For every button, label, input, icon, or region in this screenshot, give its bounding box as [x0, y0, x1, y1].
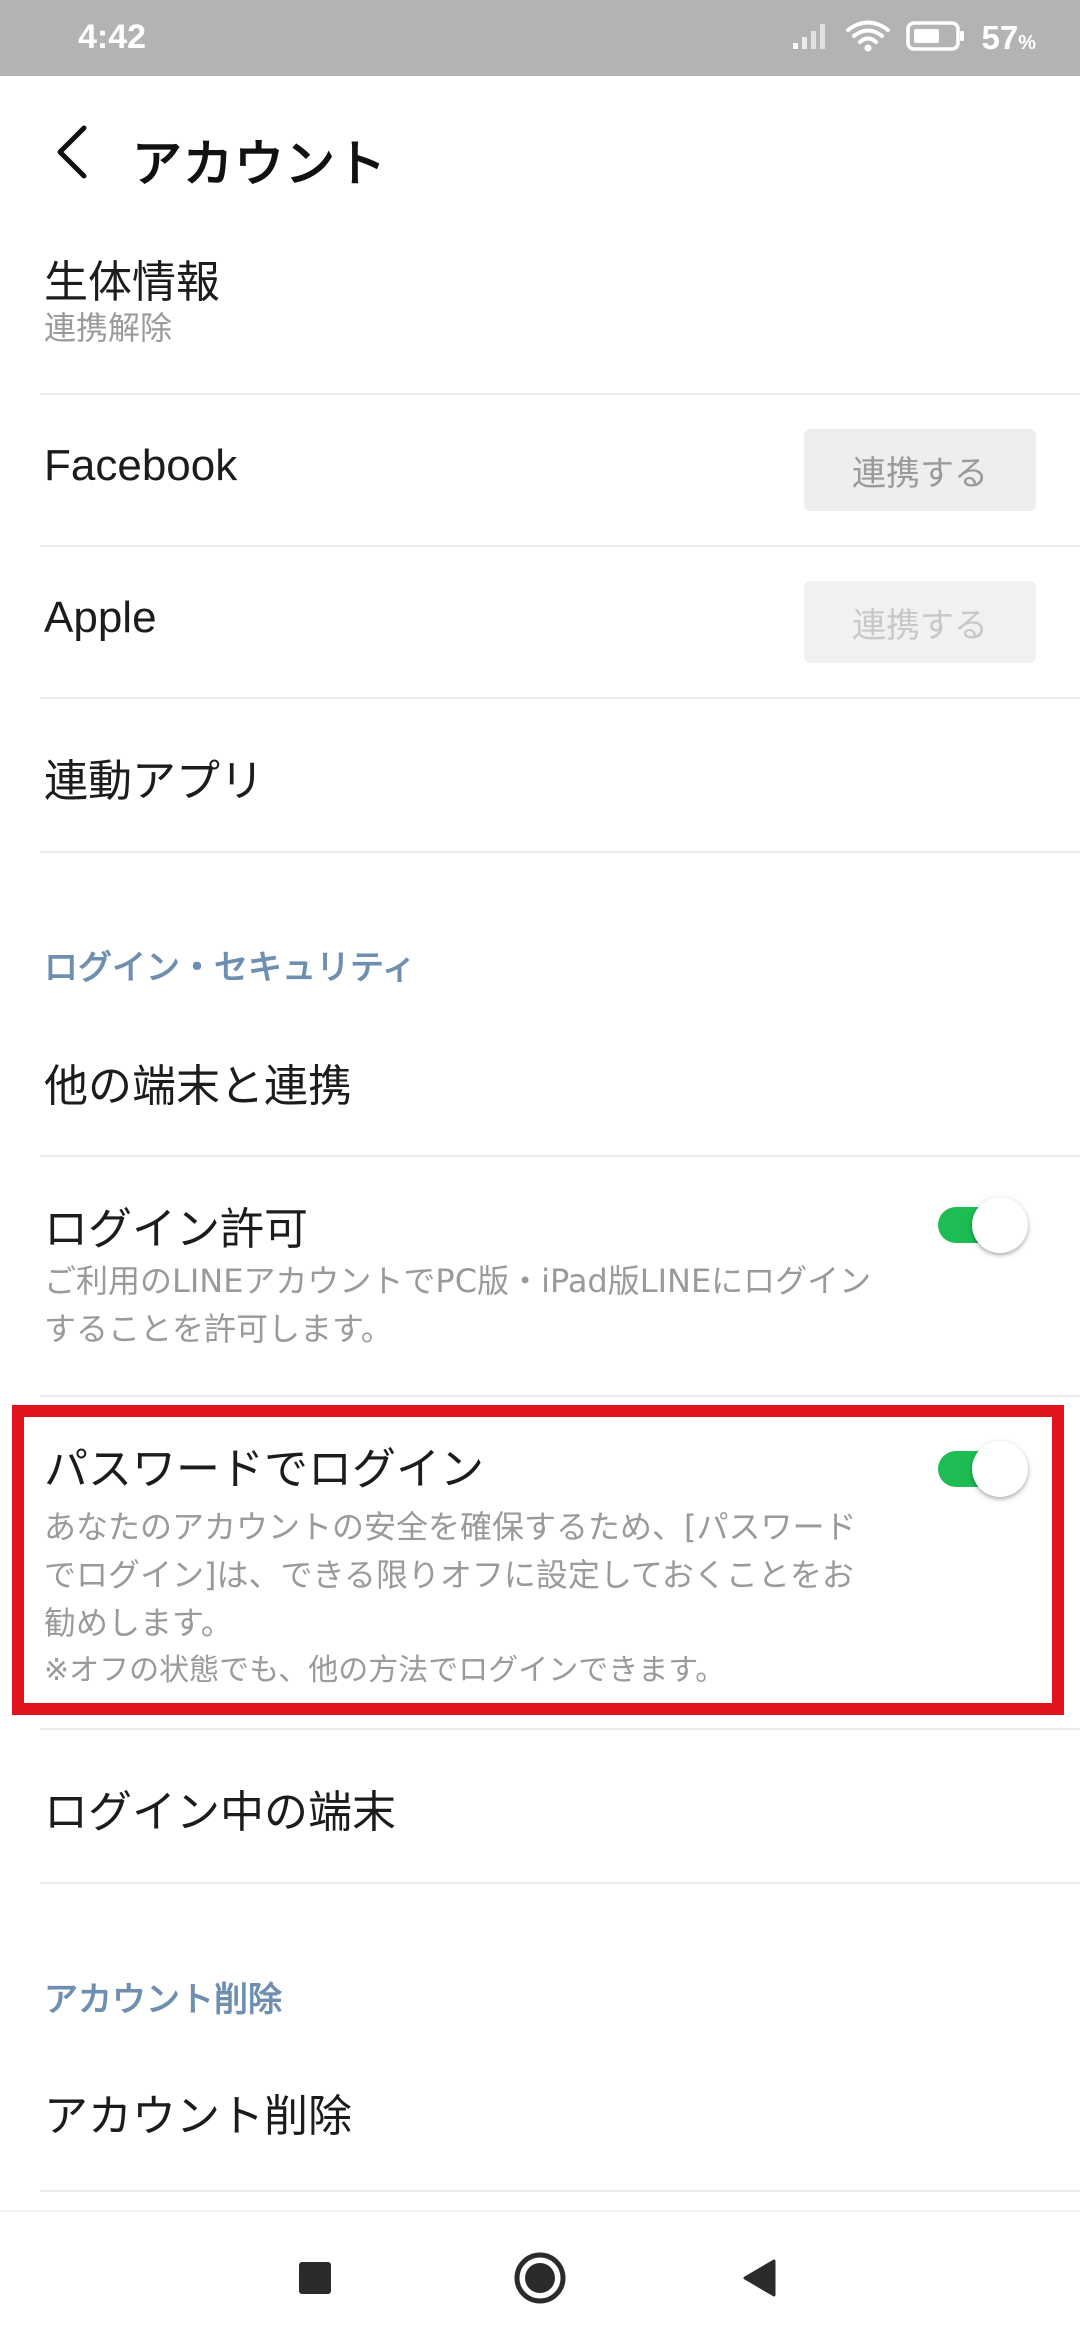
- login-permission-desc-1: ご利用のLINEアカウントでPC版・iPad版LINEにログイン: [44, 1262, 872, 1300]
- linked-apps-title: 連動アプリ: [44, 756, 264, 807]
- status-time: 4:42: [78, 18, 147, 56]
- facebook-title: Facebook: [44, 441, 238, 490]
- battery-icon: [905, 19, 967, 57]
- password-login-desc-1: あなたのアカウントの安全を確保するため、[パスワード: [44, 1508, 857, 1546]
- divider: [40, 2190, 1080, 2192]
- password-login-toggle[interactable]: [936, 1439, 1028, 1499]
- facebook-row: Facebook 連携する: [0, 395, 1080, 545]
- home-button[interactable]: [510, 2248, 570, 2308]
- battery-percent: 57%: [981, 19, 1036, 56]
- password-login-desc-2: でログイン]は、できる限りオフに設定しておくことをお: [44, 1556, 854, 1594]
- login-permission-row: ログイン許可 ご利用のLINEアカウントでPC版・iPad版LINEにログイン …: [0, 1157, 1080, 1395]
- login-permission-desc-2: することを許可します。: [44, 1310, 393, 1348]
- logged-in-devices-row[interactable]: ログイン中の端末: [0, 1730, 1080, 1882]
- page-title: アカウント: [132, 135, 387, 193]
- biometrics-title: 生体情報: [44, 257, 220, 308]
- apple-title: Apple: [44, 593, 157, 642]
- login-permission-title: ログイン許可: [44, 1204, 308, 1255]
- section-header-login-security: ログイン・セキュリティ: [44, 948, 416, 988]
- recent-apps-icon: [299, 2262, 331, 2294]
- back-nav-button[interactable]: [730, 2248, 790, 2308]
- app-header: アカウント: [0, 76, 1080, 226]
- other-devices-title: 他の端末と連携: [44, 1061, 352, 1112]
- apple-row: Apple 連携する: [0, 547, 1080, 697]
- password-login-row: パスワードでログイン あなたのアカウントの安全を確保するため、[パスワード でロ…: [0, 1415, 1080, 1705]
- section-header-delete: アカウント削除: [44, 1980, 282, 2020]
- back-icon: [743, 2259, 776, 2297]
- divider: [40, 1882, 1080, 1884]
- status-icons: 57%: [791, 16, 1036, 60]
- toggle-knob: [972, 1197, 1028, 1253]
- login-permission-toggle[interactable]: [936, 1195, 1028, 1255]
- signal-icon: [791, 21, 831, 55]
- chevron-left-icon: [57, 125, 87, 179]
- biometrics-row[interactable]: 生体情報 連携解除: [0, 226, 1080, 394]
- delete-account-row[interactable]: アカウント削除: [0, 2042, 1080, 2190]
- system-nav-bar: [0, 2210, 1080, 2340]
- password-login-desc-3: 勧めします。: [44, 1604, 233, 1642]
- facebook-link-button[interactable]: 連携する: [804, 429, 1036, 511]
- status-bar: 4:42 57%: [0, 0, 1080, 76]
- divider: [40, 851, 1080, 853]
- wifi-icon: [845, 19, 891, 57]
- apple-link-button[interactable]: 連携する: [804, 581, 1036, 663]
- other-devices-row[interactable]: 他の端末と連携: [0, 1010, 1080, 1155]
- divider: [40, 1395, 1080, 1397]
- linked-apps-row[interactable]: 連動アプリ: [0, 699, 1080, 851]
- toggle-knob: [972, 1441, 1028, 1497]
- delete-account-title: アカウント削除: [44, 2091, 352, 2142]
- back-button[interactable]: [40, 116, 104, 188]
- logged-in-devices-title: ログイン中の端末: [44, 1787, 396, 1838]
- home-icon: [514, 2252, 566, 2304]
- password-login-title: パスワードでログイン: [44, 1444, 484, 1495]
- password-login-desc-4: ※オフの状態でも、他の方法でログインできます。: [44, 1653, 726, 1688]
- biometrics-status: 連携解除: [44, 309, 173, 347]
- recent-apps-button[interactable]: [285, 2248, 345, 2308]
